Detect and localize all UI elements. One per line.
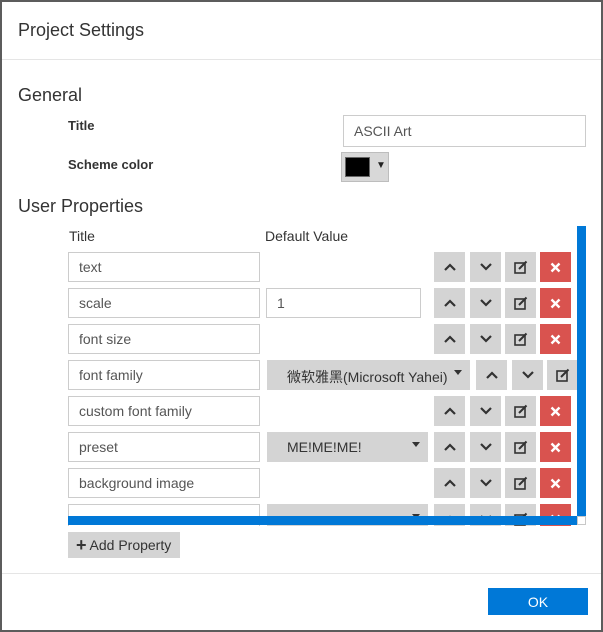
close-icon xyxy=(550,478,561,489)
chevron-down-icon xyxy=(479,262,493,272)
horizontal-scrollbar[interactable] xyxy=(68,516,577,525)
edit-button[interactable] xyxy=(505,432,536,462)
edit-button[interactable] xyxy=(547,360,577,390)
close-icon xyxy=(550,406,561,417)
chevron-up-icon xyxy=(443,406,457,416)
ok-button[interactable]: OK xyxy=(488,588,588,615)
property-title-input[interactable] xyxy=(68,288,260,318)
chevron-down-icon: ▼ xyxy=(376,160,386,171)
delete-button[interactable] xyxy=(540,288,571,318)
chevron-down-icon xyxy=(479,298,493,308)
caret-down-icon xyxy=(454,370,462,375)
column-header-title: Title xyxy=(69,228,95,244)
property-title-input[interactable] xyxy=(68,252,260,282)
move-up-button[interactable] xyxy=(434,288,465,318)
caret-down-icon xyxy=(412,442,420,447)
property-row xyxy=(62,324,577,356)
property-title-input[interactable] xyxy=(68,432,260,462)
dialog-title: Project Settings xyxy=(18,20,145,40)
delete-button[interactable] xyxy=(540,432,571,462)
plus-icon: + xyxy=(76,535,87,555)
default-value-input[interactable] xyxy=(266,288,421,318)
move-down-button[interactable] xyxy=(512,360,543,390)
edit-button[interactable] xyxy=(505,252,536,282)
chevron-down-icon xyxy=(479,478,493,488)
edit-button[interactable] xyxy=(505,468,536,498)
chevron-up-icon xyxy=(443,478,457,488)
chevron-up-icon xyxy=(443,334,457,344)
move-up-button[interactable] xyxy=(434,252,465,282)
close-icon xyxy=(550,334,561,345)
vertical-scrollbar[interactable] xyxy=(577,226,586,516)
move-down-button[interactable] xyxy=(470,288,501,318)
project-settings-dialog: Project Settings General Title Scheme co… xyxy=(0,0,603,632)
edit-icon xyxy=(513,260,528,274)
edit-icon xyxy=(513,440,528,454)
column-header-default-value: Default Value xyxy=(265,228,349,244)
property-title-input[interactable] xyxy=(68,396,260,426)
property-row: 微软雅黑(Microsoft Yahei) xyxy=(62,360,577,392)
property-row xyxy=(62,468,577,500)
move-up-button[interactable] xyxy=(434,468,465,498)
move-up-button[interactable] xyxy=(434,396,465,426)
chevron-down-icon xyxy=(479,442,493,452)
edit-icon xyxy=(513,296,528,310)
move-up-button[interactable] xyxy=(476,360,507,390)
delete-button[interactable] xyxy=(540,252,571,282)
user-properties-section-title: User Properties xyxy=(18,196,144,216)
move-down-button[interactable] xyxy=(470,432,501,462)
chevron-down-icon xyxy=(479,406,493,416)
chevron-up-icon xyxy=(443,262,457,272)
scrollbar-corner xyxy=(577,516,586,525)
chevron-up-icon xyxy=(443,442,457,452)
delete-button[interactable] xyxy=(540,468,571,498)
dialog-header: Project Settings xyxy=(2,2,601,60)
edit-icon xyxy=(513,476,528,490)
scheme-color-picker[interactable]: ▼ xyxy=(341,152,389,182)
project-title-input[interactable] xyxy=(343,115,586,147)
edit-button[interactable] xyxy=(505,288,536,318)
close-icon xyxy=(550,442,561,453)
user-properties-list: 微软雅黑(Microsoft Yahei) ME!ME!ME! xyxy=(62,246,577,526)
close-icon xyxy=(550,262,561,273)
property-row xyxy=(62,252,577,284)
property-title-input[interactable] xyxy=(68,468,260,498)
add-property-label: Add Property xyxy=(89,537,172,553)
move-up-button[interactable] xyxy=(434,432,465,462)
edit-icon xyxy=(555,368,570,382)
add-property-button[interactable]: + Add Property xyxy=(68,532,180,558)
select-value: ME!ME!ME! xyxy=(287,439,362,455)
chevron-up-icon xyxy=(485,370,499,380)
edit-button[interactable] xyxy=(505,396,536,426)
title-label: Title xyxy=(68,118,95,133)
general-section-title: General xyxy=(18,85,83,105)
move-down-button[interactable] xyxy=(470,468,501,498)
move-down-button[interactable] xyxy=(470,396,501,426)
delete-button[interactable] xyxy=(540,324,571,354)
move-up-button[interactable] xyxy=(434,324,465,354)
property-title-input[interactable] xyxy=(68,360,260,390)
property-title-input[interactable] xyxy=(68,324,260,354)
move-down-button[interactable] xyxy=(470,252,501,282)
close-icon xyxy=(550,298,561,309)
default-value-select[interactable]: 微软雅黑(Microsoft Yahei) xyxy=(267,360,470,390)
property-row xyxy=(62,396,577,428)
move-down-button[interactable] xyxy=(470,324,501,354)
color-swatch xyxy=(345,157,370,177)
select-value: 微软雅黑(Microsoft Yahei) xyxy=(287,369,448,385)
edit-icon xyxy=(513,404,528,418)
property-row: ME!ME!ME! xyxy=(62,432,577,464)
chevron-down-icon xyxy=(521,370,535,380)
chevron-down-icon xyxy=(479,334,493,344)
property-row xyxy=(62,288,577,320)
default-value-select[interactable]: ME!ME!ME! xyxy=(267,432,428,462)
chevron-up-icon xyxy=(443,298,457,308)
edit-button[interactable] xyxy=(505,324,536,354)
scheme-color-label: Scheme color xyxy=(68,157,154,172)
delete-button[interactable] xyxy=(540,396,571,426)
edit-icon xyxy=(513,332,528,346)
